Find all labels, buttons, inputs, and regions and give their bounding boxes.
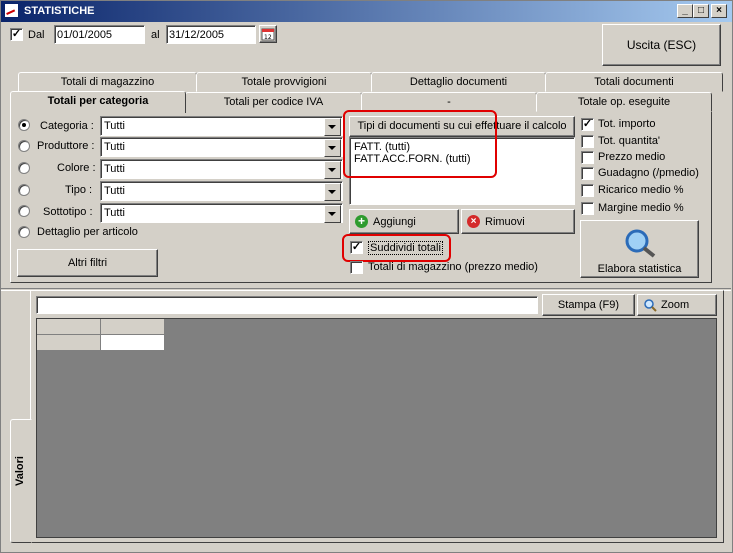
opt-ricarico-label: Ricarico medio % <box>598 184 684 196</box>
zoom-button[interactable]: Zoom <box>637 294 717 316</box>
colore-label: Colore : <box>57 162 96 174</box>
remove-label: Rimuovi <box>485 216 525 228</box>
grid-header-cell <box>37 319 101 335</box>
date-to-value: 31/12/2005 <box>169 29 225 41</box>
highlight-box <box>342 234 451 262</box>
tab-totali-magazzino[interactable]: Totali di magazzino <box>18 72 197 92</box>
tab-totali-codice-iva[interactable]: Totali per codice IVA <box>185 92 362 112</box>
remove-icon: × <box>467 215 480 228</box>
tab-dettaglio-documenti[interactable]: Dettaglio documenti <box>371 72 546 92</box>
add-button[interactable]: + Aggiungi <box>349 209 459 234</box>
categoria-value: Tutti <box>104 120 125 132</box>
opt-ricarico-checkbox[interactable] <box>581 184 594 197</box>
opt-tot-quantita-label: Tot. quantita' <box>598 135 661 147</box>
opt-tot-importo-checkbox[interactable]: ✓ <box>581 118 594 131</box>
magnifier-icon <box>625 229 656 258</box>
period-checkbox[interactable]: ✓ <box>10 28 23 41</box>
sottotipo-combo[interactable]: Tutti <box>100 203 343 223</box>
grid-row-header <box>37 335 101 351</box>
calendar-button[interactable]: 12 <box>259 25 277 43</box>
radio-categoria[interactable] <box>18 119 30 131</box>
tipo-combo[interactable]: Tutti <box>100 181 343 201</box>
categoria-combo[interactable]: Tutti <box>100 116 343 136</box>
tab-dash[interactable]: - <box>361 92 537 112</box>
dal-label: Dal <box>28 29 45 41</box>
opt-margine-label: Margine medio % <box>598 202 684 214</box>
tab-totale-provvigioni[interactable]: Totale provvigioni <box>196 72 372 92</box>
colore-value: Tutti <box>104 163 125 175</box>
chevron-down-icon[interactable] <box>324 161 341 179</box>
warehouse-totals-checkbox[interactable] <box>350 261 363 274</box>
colore-combo[interactable]: Tutti <box>100 159 343 179</box>
app-chart-icon <box>4 3 19 18</box>
zoom-label: Zoom <box>661 299 690 311</box>
tab-totali-documenti[interactable]: Totali documenti <box>545 72 723 92</box>
date-to-field[interactable]: 31/12/2005 <box>166 25 256 44</box>
opt-tot-importo-label: Tot. importo <box>598 118 656 130</box>
sottotipo-value: Tutti <box>104 207 125 219</box>
window-title: STATISTICHE <box>24 5 95 17</box>
chevron-down-icon[interactable] <box>324 183 341 201</box>
results-grid[interactable] <box>36 318 717 538</box>
tab-totale-op-eseguite[interactable]: Totale op. eseguite <box>536 92 712 112</box>
title-bar[interactable]: STATISTICHE <box>1 1 732 22</box>
radio-produttore[interactable] <box>18 140 30 152</box>
add-label: Aggiungi <box>373 216 416 228</box>
print-button[interactable]: Stampa (F9) <box>542 294 635 316</box>
plus-icon: + <box>355 215 368 228</box>
grid-cell[interactable] <box>101 335 165 351</box>
date-from-field[interactable]: 01/01/2005 <box>54 25 145 44</box>
radio-dettaglio-articolo[interactable] <box>18 226 30 238</box>
elaborate-label: Elabora statistica <box>597 263 682 275</box>
close-button[interactable]: × <box>711 4 727 18</box>
opt-tot-quantita-checkbox[interactable] <box>581 135 594 148</box>
maximize-button[interactable]: □ <box>693 4 709 18</box>
radio-colore[interactable] <box>18 162 30 174</box>
opt-margine-checkbox[interactable] <box>581 202 594 215</box>
produttore-label: Produttore : <box>37 140 95 152</box>
opt-prezzo-medio-checkbox[interactable] <box>581 151 594 164</box>
radio-sottotipo[interactable] <box>18 205 30 217</box>
warehouse-totals-label: Totali di magazzino (prezzo medio) <box>368 261 538 273</box>
zoom-icon <box>644 299 657 312</box>
chevron-down-icon[interactable] <box>324 118 341 136</box>
sottotipo-label: Sottotipo : <box>43 206 93 218</box>
svg-text:12: 12 <box>264 34 272 41</box>
opt-guadagno-checkbox[interactable] <box>581 167 594 180</box>
opt-guadagno-label: Guadagno (/pmedio) <box>598 167 699 179</box>
tab-valori[interactable]: Valori <box>10 419 32 543</box>
exit-button[interactable]: Uscita (ESC) <box>602 24 721 66</box>
chevron-down-icon[interactable] <box>324 205 341 223</box>
highlight-box <box>343 110 497 178</box>
elaborate-button[interactable]: Elabora statistica <box>580 220 699 278</box>
categoria-label: Categoria : <box>40 120 94 132</box>
produttore-combo[interactable]: Tutti <box>100 137 343 157</box>
tab-valori-label: Valori <box>14 456 26 486</box>
calendar-icon: 12 <box>261 28 275 41</box>
date-from-value: 01/01/2005 <box>57 29 113 41</box>
grid-header-cell <box>101 319 165 335</box>
chevron-down-icon[interactable] <box>324 139 341 157</box>
opt-prezzo-medio-label: Prezzo medio <box>598 151 666 163</box>
results-search-field[interactable] <box>36 296 538 314</box>
minimize-button[interactable]: _ <box>677 4 693 18</box>
dettaglio-articolo-label: Dettaglio per articolo <box>37 226 138 238</box>
radio-tipo[interactable] <box>18 184 30 196</box>
tab-totali-per-categoria[interactable]: Totali per categoria <box>10 91 186 113</box>
other-filters-button[interactable]: Altri filtri <box>17 249 158 277</box>
tipo-value: Tutti <box>104 185 125 197</box>
al-label: al <box>151 29 160 41</box>
produttore-value: Tutti <box>104 141 125 153</box>
remove-button[interactable]: × Rimuovi <box>461 209 575 234</box>
tipo-label: Tipo : <box>65 184 93 196</box>
